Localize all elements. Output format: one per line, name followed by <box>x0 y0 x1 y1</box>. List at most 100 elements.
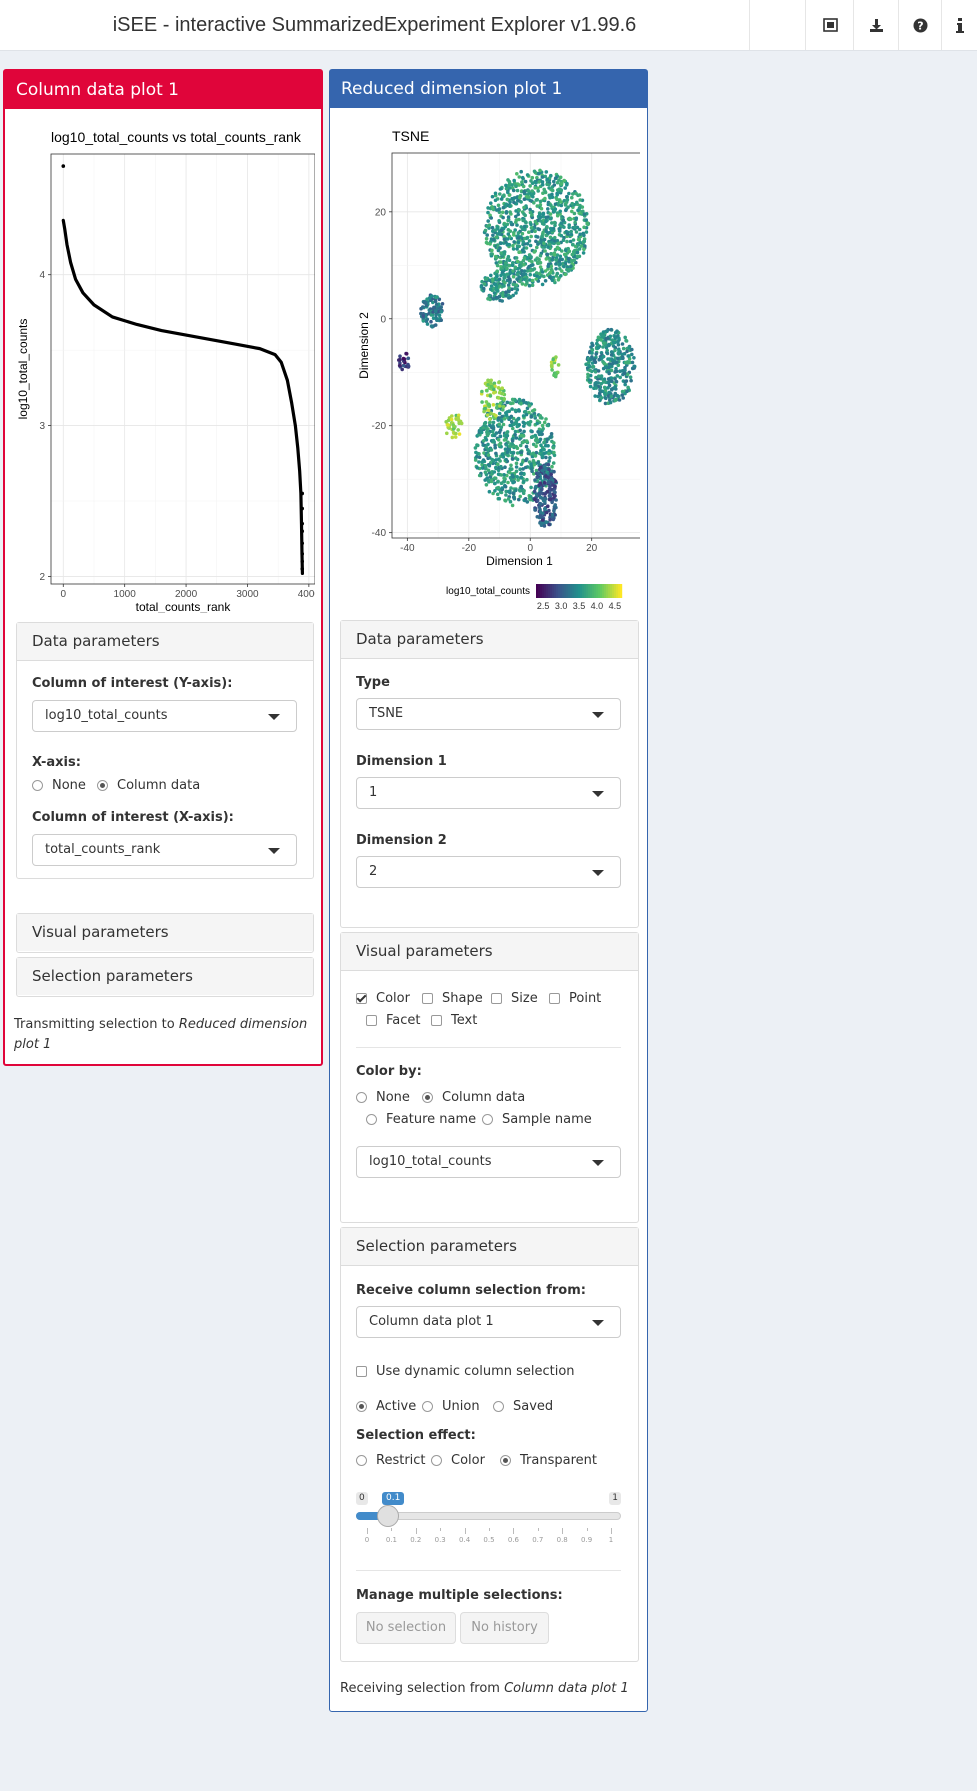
data-point <box>524 246 529 250</box>
data-point <box>300 521 305 526</box>
data-point <box>484 277 488 281</box>
data-point <box>535 438 540 443</box>
data-point <box>518 428 522 433</box>
data-point <box>577 227 582 232</box>
data-point <box>543 196 547 201</box>
legend-swatch <box>560 584 563 598</box>
x-axis-radio-column-data[interactable]: Column data <box>97 778 200 793</box>
data-point <box>488 417 492 421</box>
data-point <box>511 243 515 248</box>
data-parameters-header[interactable]: Data parameters <box>341 621 638 659</box>
column-data-chart[interactable]: 0 1000 2000 3000 4000 2 3 4 log10_total_counts v… <box>15 113 315 613</box>
data-point <box>300 529 305 533</box>
info-button[interactable] <box>941 0 977 50</box>
x-tick-label: 0 <box>527 543 533 554</box>
column-data-plot[interactable]: 0 1000 2000 3000 4000 2 3 4 log10_total_counts v… <box>15 113 315 613</box>
data-parameters-header[interactable]: Data parameters <box>17 623 313 661</box>
data-point <box>490 457 494 462</box>
selection-parameters-header[interactable]: Selection parameters <box>341 1228 638 1266</box>
check-facet[interactable]: Facet <box>366 1013 421 1028</box>
effect-color[interactable]: Color <box>431 1453 485 1468</box>
x-column-select[interactable]: total_counts_rank <box>32 834 297 866</box>
data-point <box>575 250 580 255</box>
visual-parameters-box[interactable]: Visual parameters <box>16 913 314 953</box>
data-point <box>567 249 572 254</box>
download-icon <box>870 18 883 32</box>
legend-swatch <box>552 584 555 598</box>
color-by-none[interactable]: None <box>356 1090 410 1105</box>
data-point <box>609 394 614 399</box>
tsne-plot[interactable]: -40 -20 0 20 -40 -20 0 20 TSNE Dimension 1 Dimensi… <box>340 112 640 612</box>
data-point <box>540 416 544 420</box>
slider-handle[interactable] <box>377 1505 399 1527</box>
slider-tick <box>415 1528 417 1534</box>
color-by-select[interactable]: log10_total_counts <box>356 1146 621 1178</box>
data-point <box>625 361 630 365</box>
data-point <box>562 178 566 183</box>
data-point <box>517 408 521 412</box>
dimension-1-select[interactable]: 1 <box>356 777 621 809</box>
tsne-chart[interactable]: -40 -20 0 20 -40 -20 0 20 TSNE Dimension 1 Dimensi… <box>340 112 640 612</box>
opacity-slider[interactable]: 0 0.1 1 0 0.1 0.2 0.3 0.4 0.5 0.6 0.7 0.8 0.9 1 <box>356 1492 621 1562</box>
type-select[interactable]: TSNE <box>356 698 621 730</box>
no-selection-button[interactable]: No selection <box>356 1612 456 1644</box>
data-point <box>499 251 503 255</box>
data-point <box>519 200 523 204</box>
check-color[interactable]: Color <box>356 991 410 1006</box>
color-by-column-data[interactable]: Column data <box>422 1090 525 1105</box>
mode-union[interactable]: Union <box>422 1399 480 1414</box>
data-point <box>494 465 498 470</box>
y-axis-select[interactable]: log10_total_counts <box>32 700 297 732</box>
selection-parameters-box[interactable]: Selection parameters <box>16 957 314 997</box>
data-point <box>300 567 305 571</box>
data-point <box>499 228 504 233</box>
data-point <box>485 413 490 417</box>
data-point <box>562 225 566 229</box>
visual-parameters-header[interactable]: Visual parameters <box>341 933 638 971</box>
check-point[interactable]: Point <box>549 991 601 1006</box>
dimension-2-select[interactable]: 2 <box>356 856 621 888</box>
data-point <box>599 381 603 386</box>
data-point <box>502 222 506 227</box>
color-by-feature-name[interactable]: Feature name <box>366 1112 476 1127</box>
data-point <box>626 385 630 390</box>
data-point <box>516 231 521 235</box>
data-point <box>511 426 515 431</box>
data-point <box>582 225 586 230</box>
data-point <box>522 256 527 260</box>
download-button[interactable] <box>853 0 899 50</box>
effect-restrict[interactable]: Restrict <box>356 1453 426 1468</box>
data-point <box>552 509 556 513</box>
data-point <box>547 186 551 190</box>
check-text[interactable]: Text <box>431 1013 477 1028</box>
data-point <box>503 465 507 470</box>
data-point <box>566 256 570 261</box>
check-shape[interactable]: Shape <box>422 991 483 1006</box>
selection-parameters-header[interactable]: Selection parameters <box>17 958 313 995</box>
x-axis-label: X-axis: <box>32 755 81 770</box>
export-button[interactable] <box>805 0 854 50</box>
effect-transparent[interactable]: Transparent <box>500 1453 597 1468</box>
data-point <box>499 197 504 201</box>
receive-selection-select[interactable]: Column data plot 1 <box>356 1306 621 1338</box>
data-point <box>484 483 489 487</box>
check-size[interactable]: Size <box>491 991 538 1006</box>
data-point <box>514 291 518 295</box>
x-axis-radio-none[interactable]: None <box>32 778 86 793</box>
data-point <box>497 422 501 427</box>
color-by-sample-name[interactable]: Sample name <box>482 1112 592 1127</box>
slider-tick <box>586 1528 588 1531</box>
data-point <box>553 503 557 507</box>
data-point <box>550 192 554 197</box>
dynamic-selection-checkbox[interactable]: Use dynamic column selection <box>356 1364 575 1379</box>
data-point <box>528 198 532 203</box>
slider-tick-label: 0.6 <box>507 1536 519 1544</box>
data-point <box>480 400 484 404</box>
transmit-note: Transmitting selection to Reduced dimens… <box>14 1015 314 1055</box>
data-point <box>626 354 630 358</box>
mode-saved[interactable]: Saved <box>493 1399 553 1414</box>
no-history-button[interactable]: No history <box>460 1612 549 1644</box>
visual-parameters-header[interactable]: Visual parameters <box>17 914 313 951</box>
help-button[interactable]: ? <box>898 0 942 50</box>
mode-active[interactable]: Active <box>356 1399 416 1414</box>
